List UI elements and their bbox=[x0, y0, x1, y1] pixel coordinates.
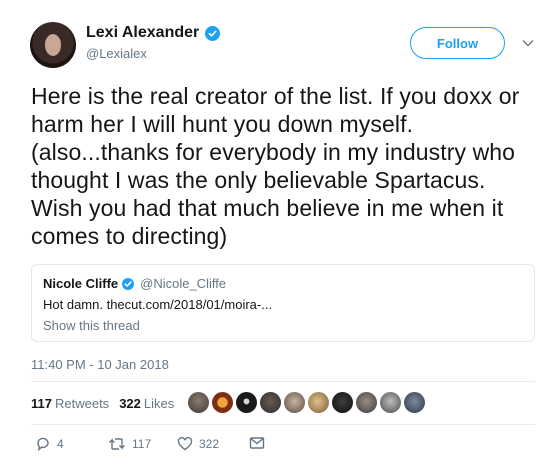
engagement-stats: 117 Retweets 322 Likes bbox=[31, 396, 174, 411]
show-thread-link[interactable]: Show this thread bbox=[43, 318, 140, 333]
retweet-action[interactable]: 117 bbox=[108, 436, 151, 452]
verified-badge-icon bbox=[205, 25, 221, 41]
retweet-count: 117 bbox=[132, 437, 152, 451]
quoted-tweet-header: Nicole Cliffe @Nicole_Cliffe bbox=[43, 276, 226, 291]
quoted-tweet-body: Hot damn. thecut.com/2018/01/moira-... bbox=[43, 297, 273, 312]
liker-avatar[interactable] bbox=[212, 392, 233, 413]
reply-count: 4 bbox=[57, 437, 64, 451]
author-handle[interactable]: @Lexialex bbox=[86, 46, 147, 61]
quoted-author-handle: @Nicole_Cliffe bbox=[140, 276, 227, 291]
liker-avatar[interactable] bbox=[308, 392, 329, 413]
avatar-face bbox=[45, 34, 61, 56]
liker-avatar[interactable] bbox=[332, 392, 353, 413]
follow-button[interactable]: Follow bbox=[410, 27, 505, 59]
liker-avatar[interactable] bbox=[356, 392, 377, 413]
divider bbox=[31, 381, 535, 382]
liker-avatar[interactable] bbox=[404, 392, 425, 413]
liker-avatar[interactable] bbox=[260, 392, 281, 413]
quoted-tweet-card[interactable]: Nicole Cliffe @Nicole_Cliffe Hot damn. t… bbox=[31, 264, 535, 342]
tweet-text: Here is the real creator of the list. If… bbox=[31, 83, 520, 249]
retweets-count[interactable]: 117 bbox=[31, 396, 52, 411]
retweet-icon bbox=[108, 436, 126, 452]
chevron-down-icon[interactable] bbox=[521, 36, 535, 50]
quoted-author-name: Nicole Cliffe bbox=[43, 276, 119, 291]
like-action[interactable]: 322 bbox=[177, 436, 219, 452]
liker-avatars bbox=[188, 392, 425, 413]
like-count: 322 bbox=[199, 437, 220, 451]
liker-avatar[interactable] bbox=[188, 392, 209, 413]
liker-avatar[interactable] bbox=[380, 392, 401, 413]
author-avatar[interactable] bbox=[30, 22, 76, 68]
tweet-timestamp[interactable]: 11:40 PM - 10 Jan 2018 bbox=[31, 357, 169, 372]
author-name-row: Lexi Alexander bbox=[86, 24, 221, 42]
reply-icon bbox=[35, 436, 51, 452]
liker-avatar[interactable] bbox=[284, 392, 305, 413]
likes-count[interactable]: 322 bbox=[119, 396, 141, 411]
heart-icon bbox=[177, 436, 193, 452]
retweets-label[interactable]: Retweets bbox=[55, 396, 109, 411]
author-display-name[interactable]: Lexi Alexander bbox=[86, 24, 199, 42]
direct-message-action[interactable] bbox=[249, 436, 265, 450]
divider bbox=[31, 424, 535, 425]
envelope-icon bbox=[249, 436, 265, 450]
reply-action[interactable]: 4 bbox=[35, 436, 64, 452]
quoted-verified-badge-icon bbox=[122, 277, 135, 290]
likes-label[interactable]: Likes bbox=[144, 396, 174, 411]
liker-avatar[interactable] bbox=[236, 392, 257, 413]
